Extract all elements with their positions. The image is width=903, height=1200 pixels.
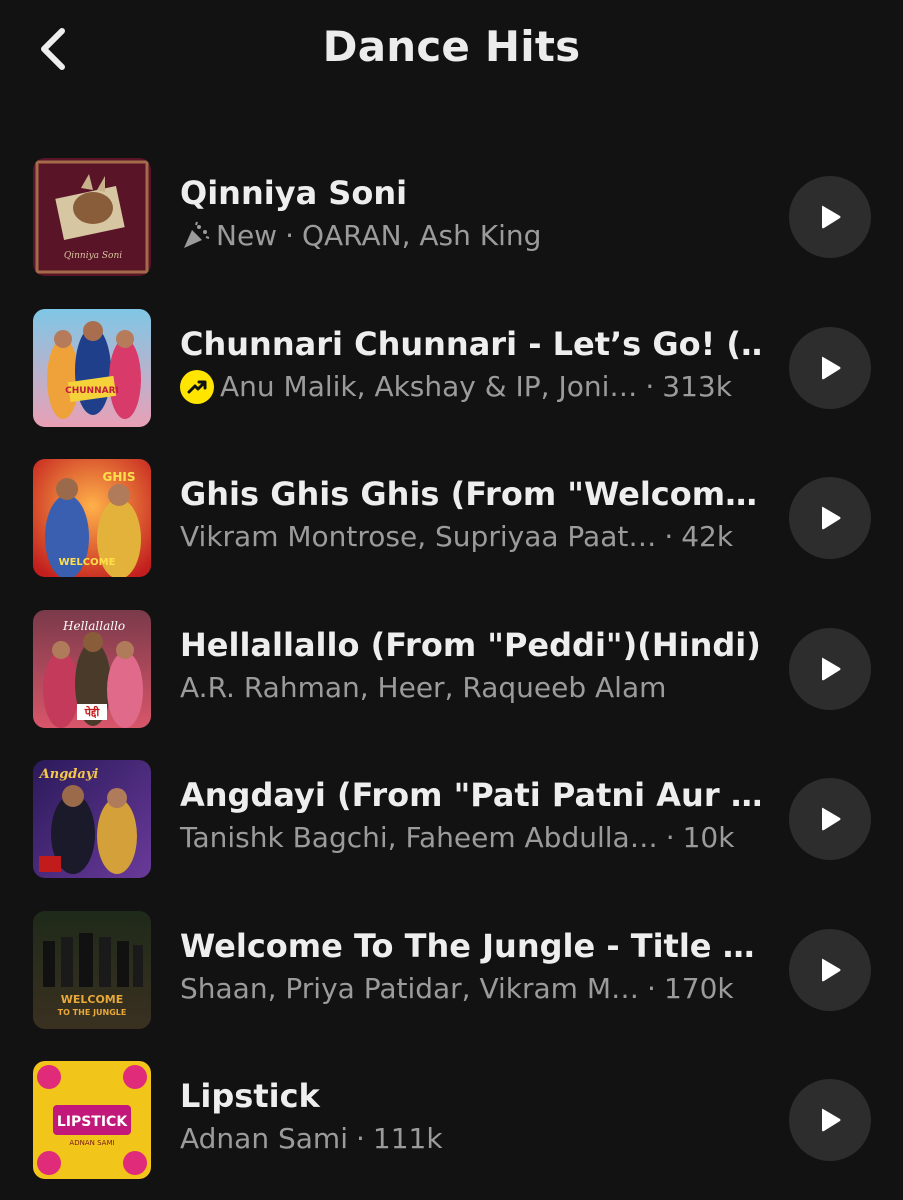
trending-up-icon [180,369,214,404]
track-row[interactable]: Qinniya Soni Qinniya Soni New · QARAN, A… [0,156,903,307]
track-subtitle: A.R. Rahman, Heer, Raqueeb Alam [180,669,760,707]
separator-dot: · [355,1122,365,1155]
play-icon [822,657,841,680]
svg-text:LIPSTICK: LIPSTICK [57,1114,129,1130]
track-title: Angdayi (From "Pati Patni Aur … [180,776,760,814]
svg-text:Hellallallo: Hellallallo [62,619,125,633]
play-button[interactable] [789,778,871,860]
track-artists: Vikram Montrose, Supriyaa Paat… [180,520,657,553]
track-text: Ghis Ghis Ghis (From "Welcom… Vikram Mon… [180,473,760,556]
play-button[interactable] [789,176,871,258]
track-plays: 170k [663,971,734,1005]
track-list: Qinniya Soni Qinniya Soni New · QARAN, A… [0,156,903,1200]
track-title: Ghis Ghis Ghis (From "Welcom… [180,475,758,513]
track-plays: 313k [662,369,732,403]
album-cover: WELCOME TO THE JUNGLE [33,910,151,1029]
track-subtitle: Tanishk Bagchi, Faheem Abdulla… · 10k [180,819,760,857]
play-icon [822,1108,841,1132]
svg-text:Qinniya Soni: Qinniya Soni [64,251,122,261]
play-icon [822,807,841,831]
track-text: Lipstick Adnan Sami · 111k [180,1075,760,1158]
album-cover: Angdayi [33,760,151,878]
track-plays: 42k [681,520,734,553]
svg-text:CHUNNARI: CHUNNARI [65,386,119,396]
play-icon [822,205,841,229]
album-cover: LIPSTICK ADNAN SAMI [33,1061,151,1179]
svg-text:ADNAN SAMI: ADNAN SAMI [69,1139,114,1147]
album-cover: CHUNNARI [33,308,151,427]
svg-text:पेद्दी: पेद्दी [84,705,101,719]
track-row[interactable]: CHUNNARI Chunnari Chunnari - Let’s Go! (… [0,307,903,458]
svg-text:WELCOME: WELCOME [59,557,116,568]
album-cover: Qinniya Soni [33,158,151,276]
play-icon [822,506,841,530]
track-text: Hellallallo (From "Peddi")(Hindi) A.R. R… [180,624,760,707]
track-row[interactable]: Hellallallo पेद्दी Hellallallo (From "Pe… [0,608,903,759]
separator-dot: · [645,369,655,403]
separator-dot: · [647,971,656,1005]
track-subtitle: Adnan Sami · 111k [180,1120,760,1158]
svg-text:TO THE JUNGLE: TO THE JUNGLE [58,1008,127,1017]
separator-dot: · [665,821,675,854]
play-button[interactable] [789,1079,871,1161]
play-button[interactable] [789,928,871,1011]
track-title: Lipstick [180,1077,320,1115]
track-plays: 111k [372,1122,443,1155]
header: Dance Hits [0,0,903,110]
album-cover: Hellallallo पेद्दी [33,609,151,728]
track-row[interactable]: Angdayi Angdayi (From "Pati Patni Aur … … [0,758,903,909]
page-title: Dance Hits [322,22,581,71]
track-row[interactable]: WELCOME TO THE JUNGLE Welcome To The Jun… [0,909,903,1060]
track-row[interactable]: GHIS WELCOME Ghis Ghis Ghis (From "Welco… [0,457,903,608]
separator-dot: · [285,219,294,252]
screen: Dance Hits Qinniya Soni Qinniya Soni New… [0,0,903,1200]
svg-text:GHIS: GHIS [103,470,136,484]
track-artists: Adnan Sami [180,1122,348,1155]
svg-text:WELCOME: WELCOME [61,993,124,1006]
track-subtitle: New · QARAN, Ash King [180,217,760,255]
track-plays: 10k [682,821,735,854]
track-title: Qinniya Soni [180,174,408,212]
new-label: New [216,219,278,252]
track-subtitle: Anu Malik, Akshay & IP, Joni… · 313k [180,368,760,406]
track-title: Welcome To The Jungle - Title … [180,926,755,965]
album-cover: GHIS WELCOME [33,459,151,577]
track-row[interactable]: LIPSTICK ADNAN SAMI Lipstick Adnan Sami … [0,1059,903,1200]
track-artists: Tanishk Bagchi, Faheem Abdulla… [180,821,658,854]
track-artists: A.R. Rahman, Heer, Raqueeb Alam [180,670,667,704]
track-artists: Shaan, Priya Patidar, Vikram M… [180,971,640,1005]
party-popper-icon [180,221,210,251]
play-button[interactable] [789,477,871,559]
track-text: Angdayi (From "Pati Patni Aur … Tanishk … [180,774,760,857]
svg-text:Angdayi: Angdayi [38,767,99,782]
track-artists: Anu Malik, Akshay & IP, Joni… [220,369,638,403]
play-icon [822,958,841,981]
track-title: Hellallallo (From "Peddi")(Hindi) [180,625,760,664]
track-subtitle: Vikram Montrose, Supriyaa Paat… · 42k [180,518,760,556]
track-artists: QARAN, Ash King [301,219,542,252]
track-title: Chunnari Chunnari - Let’s Go! (… [180,324,760,363]
track-text: Chunnari Chunnari - Let’s Go! (… Anu Mal… [180,323,760,406]
track-text: Qinniya Soni New · QARAN, Ash King [180,172,760,255]
play-button[interactable] [789,627,871,710]
play-icon [822,356,841,379]
track-subtitle: Shaan, Priya Patidar, Vikram M… · 170k [180,970,760,1008]
track-text: Welcome To The Jungle - Title … Shaan, P… [180,925,760,1008]
separator-dot: · [664,520,674,553]
play-button[interactable] [789,326,871,409]
